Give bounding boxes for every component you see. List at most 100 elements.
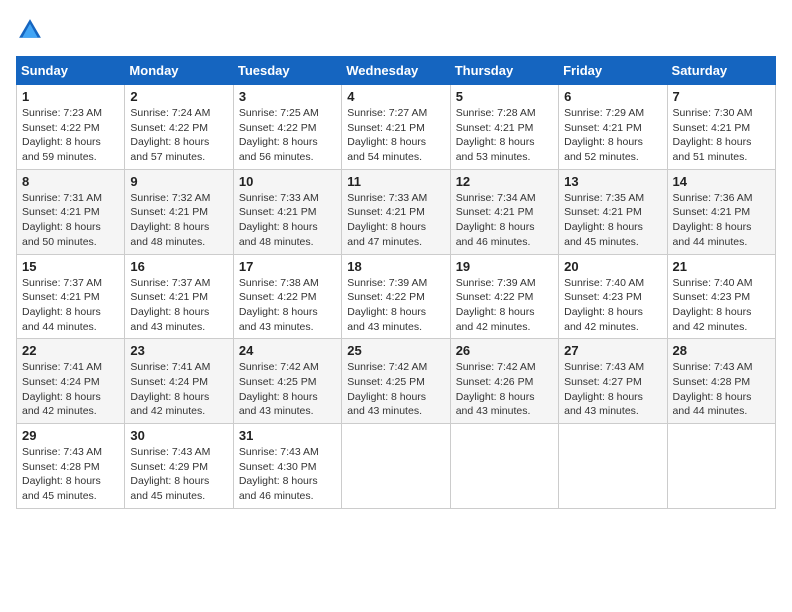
- day-number: 5: [456, 89, 553, 104]
- day-number: 15: [22, 259, 119, 274]
- calendar-cell-17: 17Sunrise: 7:38 AMSunset: 4:22 PMDayligh…: [233, 254, 341, 339]
- calendar-cell-15: 15 Sunrise: 7:37 AMSunset: 4:21 PMDayligh…: [17, 254, 125, 339]
- day-number: 28: [673, 343, 770, 358]
- calendar-cell-14: 14 Sunrise: 7:36 AMSunset: 4:21 PMDayligh…: [667, 169, 775, 254]
- calendar-cell-30: 30 Sunrise: 7:43 AMSunset: 4:29 PMDayligh…: [125, 424, 233, 509]
- day-info: Sunrise: 7:42 AMSunset: 4:26 PMDaylight:…: [456, 361, 536, 417]
- day-number: 16: [130, 259, 227, 274]
- calendar-cell-24: 24 Sunrise: 7:42 AMSunset: 4:25 PMDayligh…: [233, 339, 341, 424]
- calendar-table: SundayMondayTuesdayWednesdayThursdayFrid…: [16, 56, 776, 509]
- calendar-cell-2: 2 Sunrise: 7:24 AMSunset: 4:22 PMDaylight…: [125, 85, 233, 170]
- calendar-cell-26: 26 Sunrise: 7:42 AMSunset: 4:26 PMDayligh…: [450, 339, 558, 424]
- day-info: Sunrise: 7:31 AMSunset: 4:21 PMDaylight:…: [22, 192, 102, 248]
- day-info: Sunrise: 7:33 AMSunset: 4:21 PMDaylight:…: [239, 192, 319, 248]
- calendar-cell-28: 28Sunrise: 7:43 AMSunset: 4:28 PMDayligh…: [667, 339, 775, 424]
- day-info: Sunrise: 7:33 AMSunset: 4:21 PMDaylight:…: [347, 192, 427, 248]
- weekday-header-friday: Friday: [559, 57, 667, 85]
- calendar-cell-10: 10 Sunrise: 7:33 AMSunset: 4:21 PMDayligh…: [233, 169, 341, 254]
- day-info: Sunrise: 7:42 AMSunset: 4:25 PMDaylight:…: [347, 361, 427, 417]
- calendar-cell-18: 18 Sunrise: 7:39 AMSunset: 4:22 PMDayligh…: [342, 254, 450, 339]
- day-number: 11: [347, 174, 444, 189]
- calendar-cell-21: 21 Sunrise: 7:40 AMSunset: 4:23 PMDayligh…: [667, 254, 775, 339]
- day-number: 29: [22, 428, 119, 443]
- day-number: 22: [22, 343, 119, 358]
- day-number: 4: [347, 89, 444, 104]
- calendar-cell-9: 9Sunrise: 7:32 AMSunset: 4:21 PMDaylight…: [125, 169, 233, 254]
- calendar-cell-4: 4Sunrise: 7:27 AMSunset: 4:21 PMDaylight…: [342, 85, 450, 170]
- calendar-cell-27: 27 Sunrise: 7:43 AMSunset: 4:27 PMDayligh…: [559, 339, 667, 424]
- calendar-week-4: 22 Sunrise: 7:41 AMSunset: 4:24 PMDayligh…: [17, 339, 776, 424]
- day-number: 8: [22, 174, 119, 189]
- calendar-cell-22: 22 Sunrise: 7:41 AMSunset: 4:24 PMDayligh…: [17, 339, 125, 424]
- logo: [16, 16, 48, 44]
- day-number: 19: [456, 259, 553, 274]
- day-info: Sunrise: 7:43 AMSunset: 4:29 PMDaylight:…: [130, 446, 210, 502]
- day-info: Sunrise: 7:40 AMSunset: 4:23 PMDaylight:…: [673, 277, 753, 333]
- day-number: 10: [239, 174, 336, 189]
- calendar-cell-3: 3 Sunrise: 7:25 AMSunset: 4:22 PMDaylight…: [233, 85, 341, 170]
- day-info: Sunrise: 7:39 AMSunset: 4:22 PMDaylight:…: [456, 277, 536, 333]
- day-info: Sunrise: 7:29 AMSunset: 4:21 PMDaylight:…: [564, 107, 644, 163]
- day-info: Sunrise: 7:43 AMSunset: 4:30 PMDaylight:…: [239, 446, 319, 502]
- calendar-cell-20: 20 Sunrise: 7:40 AMSunset: 4:23 PMDayligh…: [559, 254, 667, 339]
- day-number: 7: [673, 89, 770, 104]
- calendar-cell-empty: [342, 424, 450, 509]
- day-number: 27: [564, 343, 661, 358]
- day-info: Sunrise: 7:43 AMSunset: 4:27 PMDaylight:…: [564, 361, 644, 417]
- calendar-cell-29: 29 Sunrise: 7:43 AMSunset: 4:28 PMDayligh…: [17, 424, 125, 509]
- day-number: 21: [673, 259, 770, 274]
- day-info: Sunrise: 7:36 AMSunset: 4:21 PMDaylight:…: [673, 192, 753, 248]
- day-number: 3: [239, 89, 336, 104]
- day-number: 13: [564, 174, 661, 189]
- page-header: [16, 16, 776, 44]
- weekday-header-row: SundayMondayTuesdayWednesdayThursdayFrid…: [17, 57, 776, 85]
- calendar-week-5: 29 Sunrise: 7:43 AMSunset: 4:28 PMDayligh…: [17, 424, 776, 509]
- day-number: 26: [456, 343, 553, 358]
- calendar-cell-7: 7Sunrise: 7:30 AMSunset: 4:21 PMDaylight…: [667, 85, 775, 170]
- day-number: 25: [347, 343, 444, 358]
- day-info: Sunrise: 7:23 AMSunset: 4:22 PMDaylight:…: [22, 107, 102, 163]
- day-info: Sunrise: 7:35 AMSunset: 4:21 PMDaylight:…: [564, 192, 644, 248]
- day-number: 20: [564, 259, 661, 274]
- calendar-cell-19: 19 Sunrise: 7:39 AMSunset: 4:22 PMDayligh…: [450, 254, 558, 339]
- calendar-cell-8: 8 Sunrise: 7:31 AMSunset: 4:21 PMDaylight…: [17, 169, 125, 254]
- calendar-cell-23: 23Sunrise: 7:41 AMSunset: 4:24 PMDayligh…: [125, 339, 233, 424]
- day-number: 30: [130, 428, 227, 443]
- day-number: 14: [673, 174, 770, 189]
- weekday-header-wednesday: Wednesday: [342, 57, 450, 85]
- calendar-week-3: 15 Sunrise: 7:37 AMSunset: 4:21 PMDayligh…: [17, 254, 776, 339]
- day-info: Sunrise: 7:41 AMSunset: 4:24 PMDaylight:…: [22, 361, 102, 417]
- day-number: 9: [130, 174, 227, 189]
- day-info: Sunrise: 7:24 AMSunset: 4:22 PMDaylight:…: [130, 107, 210, 163]
- calendar-week-1: 1Sunrise: 7:23 AMSunset: 4:22 PMDaylight…: [17, 85, 776, 170]
- day-info: Sunrise: 7:41 AMSunset: 4:24 PMDaylight:…: [130, 361, 210, 417]
- day-info: Sunrise: 7:28 AMSunset: 4:21 PMDaylight:…: [456, 107, 536, 163]
- day-info: Sunrise: 7:40 AMSunset: 4:23 PMDaylight:…: [564, 277, 644, 333]
- logo-icon: [16, 16, 44, 44]
- day-info: Sunrise: 7:39 AMSunset: 4:22 PMDaylight:…: [347, 277, 427, 333]
- day-number: 31: [239, 428, 336, 443]
- calendar-cell-6: 6 Sunrise: 7:29 AMSunset: 4:21 PMDaylight…: [559, 85, 667, 170]
- day-number: 2: [130, 89, 227, 104]
- day-info: Sunrise: 7:34 AMSunset: 4:21 PMDaylight:…: [456, 192, 536, 248]
- day-number: 6: [564, 89, 661, 104]
- calendar-cell-12: 12Sunrise: 7:34 AMSunset: 4:21 PMDayligh…: [450, 169, 558, 254]
- calendar-cell-31: 31 Sunrise: 7:43 AMSunset: 4:30 PMDayligh…: [233, 424, 341, 509]
- day-info: Sunrise: 7:42 AMSunset: 4:25 PMDaylight:…: [239, 361, 319, 417]
- calendar-cell-empty: [450, 424, 558, 509]
- day-info: Sunrise: 7:37 AMSunset: 4:21 PMDaylight:…: [22, 277, 102, 333]
- day-number: 17: [239, 259, 336, 274]
- day-info: Sunrise: 7:43 AMSunset: 4:28 PMDaylight:…: [22, 446, 102, 502]
- day-info: Sunrise: 7:25 AMSunset: 4:22 PMDaylight:…: [239, 107, 319, 163]
- weekday-header-saturday: Saturday: [667, 57, 775, 85]
- weekday-header-sunday: Sunday: [17, 57, 125, 85]
- day-number: 24: [239, 343, 336, 358]
- weekday-header-monday: Monday: [125, 57, 233, 85]
- day-number: 18: [347, 259, 444, 274]
- calendar-cell-1: 1Sunrise: 7:23 AMSunset: 4:22 PMDaylight…: [17, 85, 125, 170]
- calendar-week-2: 8 Sunrise: 7:31 AMSunset: 4:21 PMDaylight…: [17, 169, 776, 254]
- day-info: Sunrise: 7:37 AMSunset: 4:21 PMDaylight:…: [130, 277, 210, 333]
- calendar-cell-empty: [559, 424, 667, 509]
- calendar-cell-11: 11 Sunrise: 7:33 AMSunset: 4:21 PMDayligh…: [342, 169, 450, 254]
- weekday-header-thursday: Thursday: [450, 57, 558, 85]
